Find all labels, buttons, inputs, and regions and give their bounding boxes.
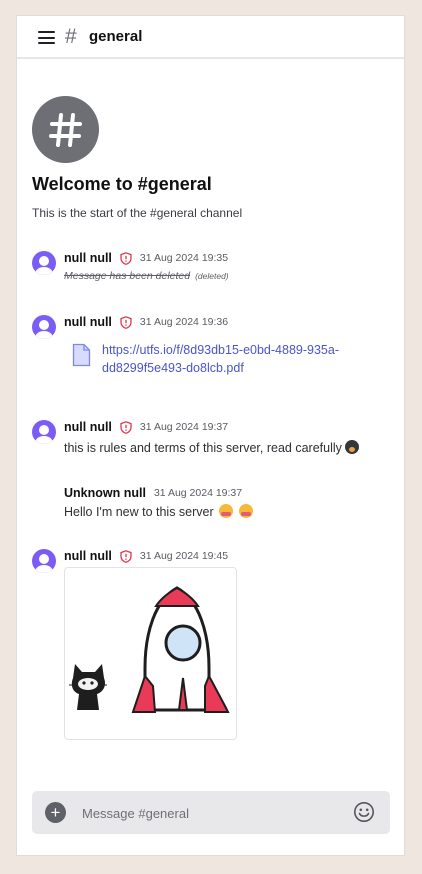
hugging-face-emoji-icon [238, 504, 253, 518]
hugging-face-emoji-icon [218, 504, 233, 518]
message-meta: Unknown null 31 Aug 2024 19:37 [64, 486, 242, 500]
message-meta: null null 31 Aug 2024 19:35 [64, 251, 228, 265]
chat-panel: # general Welcome to #general This is th… [16, 15, 405, 856]
file-link-line-2[interactable]: dd8299f5e493-do8lcb.pdf [102, 359, 372, 377]
screaming-face-emoji-icon [344, 440, 359, 454]
add-attachment-button[interactable]: + [45, 802, 66, 823]
file-link-line-1[interactable]: https://utfs.io/f/8d93db15-e0bd-4889-935… [102, 341, 372, 359]
shield-alert-icon [120, 420, 132, 434]
file-icon [72, 343, 91, 367]
channel-title: general [89, 28, 143, 45]
channel-header: # general [17, 16, 404, 59]
hash-icon: # [65, 25, 77, 48]
message-text: this is rules and terms of this server, … [64, 441, 342, 455]
channel-welcome-avatar [32, 96, 99, 163]
message-timestamp: 31 Aug 2024 19:36 [139, 316, 229, 328]
welcome-subtitle: This is the start of the #general channe… [32, 206, 243, 220]
hamburger-menu-icon[interactable] [38, 31, 55, 44]
message-meta: null null 31 Aug 2024 19:37 [64, 420, 228, 434]
message-author[interactable]: null null [64, 315, 112, 329]
message-input[interactable] [82, 803, 342, 823]
message-text: Hello I'm new to this server [64, 505, 214, 519]
message-timestamp: 31 Aug 2024 19:37 [139, 421, 229, 433]
user-avatar[interactable] [32, 251, 56, 275]
message-author[interactable]: null null [64, 251, 112, 265]
message-author[interactable]: null null [64, 549, 112, 563]
deleted-message: Message has been deleted (deleted) [64, 270, 229, 282]
message-meta: null null 31 Aug 2024 19:36 [64, 315, 228, 329]
deleted-tag: (deleted) [195, 271, 229, 281]
shield-alert-icon [120, 315, 132, 329]
message-meta: null null 31 Aug 2024 19:45 [64, 549, 228, 563]
file-link[interactable]: https://utfs.io/f/8d93db15-e0bd-4889-935… [102, 341, 372, 377]
user-avatar[interactable] [32, 420, 56, 444]
message-timestamp: 31 Aug 2024 19:45 [139, 550, 229, 562]
message-content: Hello I'm new to this server [64, 504, 253, 519]
message-content: this is rules and terms of this server, … [64, 440, 359, 455]
message-author[interactable]: null null [64, 420, 112, 434]
hash-large-icon [48, 112, 82, 147]
file-attachment[interactable]: https://utfs.io/f/8d93db15-e0bd-4889-935… [72, 337, 372, 377]
welcome-title: Welcome to #general [32, 174, 212, 194]
rocket-cat-image [69, 586, 230, 713]
emoji-picker-icon[interactable] [353, 801, 375, 823]
shield-alert-icon [120, 549, 132, 563]
image-attachment[interactable] [64, 567, 237, 740]
plus-icon: + [50, 803, 61, 822]
shield-alert-icon [120, 251, 132, 265]
user-avatar[interactable] [32, 315, 56, 339]
message-timestamp: 31 Aug 2024 19:37 [153, 487, 243, 499]
message-composer: + [32, 791, 390, 834]
user-avatar[interactable] [32, 549, 56, 573]
message-timestamp: 31 Aug 2024 19:35 [139, 252, 229, 264]
message-author[interactable]: Unknown null [64, 486, 146, 500]
deleted-message-text: Message has been deleted [64, 270, 191, 282]
